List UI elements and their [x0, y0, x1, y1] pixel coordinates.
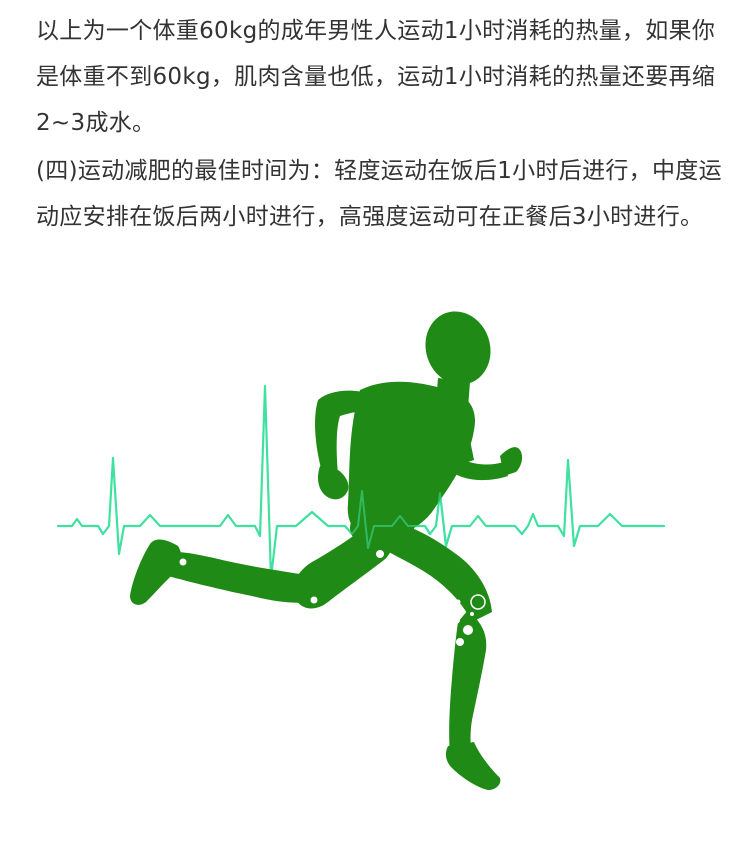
- running-man-icon: [130, 311, 523, 790]
- paragraph-calorie-note: 以上为一个体重60kg的成年男性人运动1小时消耗的热量，如果你是体重不到60kg…: [36, 18, 716, 136]
- article-body: 以上为一个体重60kg的成年男性人运动1小时消耗的热量，如果你是体重不到60kg…: [36, 8, 726, 240]
- running-illustration: [0, 290, 750, 849]
- paragraph-best-exercise-time: (四)运动减肥的最佳时间为：轻度运动在饭后1小时后进行，中度运动应安排在饭后两小…: [36, 158, 722, 230]
